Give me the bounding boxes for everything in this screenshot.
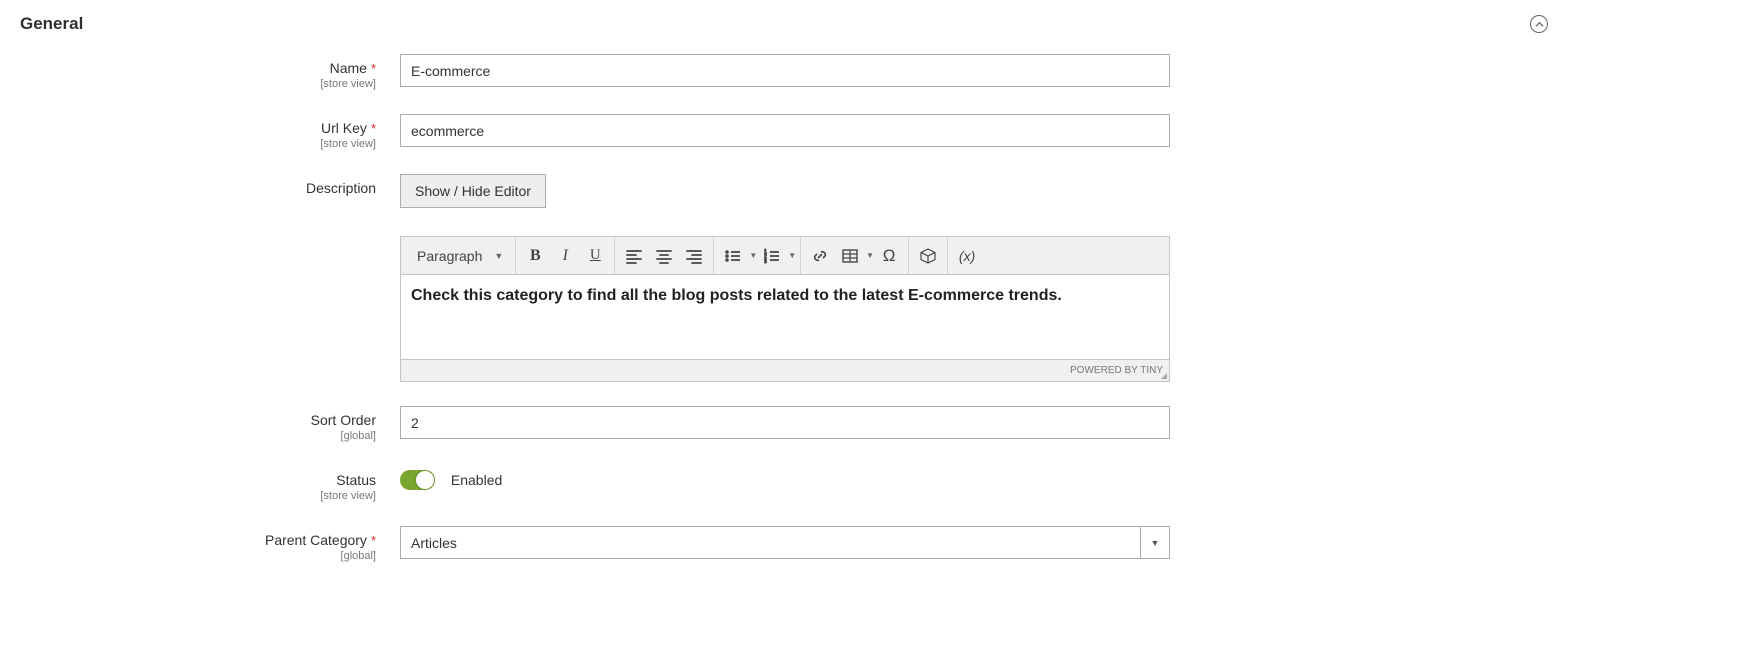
sortorder-input[interactable] (400, 406, 1170, 439)
section-title: General (20, 14, 83, 34)
status-label: Status (336, 472, 376, 488)
chevron-down-icon[interactable]: ▼ (788, 251, 796, 260)
table-icon[interactable] (835, 241, 865, 271)
svg-text:3: 3 (764, 259, 767, 264)
status-toggle[interactable] (400, 470, 435, 490)
align-right-icon[interactable] (679, 241, 709, 271)
required-star: * (371, 121, 376, 136)
toggle-editor-button[interactable]: Show / Hide Editor (400, 174, 546, 208)
numbered-list-icon[interactable]: 123 (757, 241, 787, 271)
sortorder-label: Sort Order (311, 412, 376, 428)
resize-handle[interactable] (1158, 370, 1168, 380)
required-star: * (371, 61, 376, 76)
toggle-knob (416, 471, 434, 489)
bullet-list-icon[interactable] (718, 241, 748, 271)
description-label: Description (306, 180, 376, 196)
editor-toolbar: Paragraph ▼ B I U ▼ 123 (401, 237, 1169, 275)
editor-content: Check this category to find all the blog… (411, 287, 1062, 304)
collapse-icon[interactable] (1530, 15, 1548, 33)
editor-footer: POWERED BY TINY (401, 359, 1169, 381)
required-star: * (371, 533, 376, 548)
underline-icon[interactable]: U (580, 241, 610, 271)
status-scope: [store view] (20, 490, 376, 502)
status-state: Enabled (451, 472, 502, 488)
urlkey-label: Url Key (321, 120, 367, 136)
parent-select[interactable]: Articles (400, 526, 1141, 559)
chevron-down-icon[interactable]: ▼ (866, 251, 874, 260)
bold-icon[interactable]: B (520, 241, 550, 271)
widget-icon[interactable] (913, 241, 943, 271)
align-left-icon[interactable] (619, 241, 649, 271)
chevron-down-icon[interactable]: ▼ (1140, 526, 1170, 559)
chevron-down-icon: ▼ (494, 251, 503, 261)
name-label: Name (330, 60, 367, 76)
special-char-icon[interactable]: Ω (874, 241, 904, 271)
format-select[interactable]: Paragraph ▼ (409, 241, 511, 271)
italic-icon[interactable]: I (550, 241, 580, 271)
urlkey-scope: [store view] (20, 138, 376, 150)
variable-icon[interactable]: (x) (952, 241, 982, 271)
parent-select-value: Articles (411, 535, 457, 551)
sortorder-scope: [global] (20, 430, 376, 442)
editor-powered-by: POWERED BY TINY (1070, 365, 1163, 376)
name-scope: [store view] (20, 78, 376, 90)
editor-body[interactable]: Check this category to find all the blog… (401, 275, 1169, 359)
link-icon[interactable] (805, 241, 835, 271)
urlkey-input[interactable] (400, 114, 1170, 147)
parent-label: Parent Category (265, 532, 367, 548)
align-center-icon[interactable] (649, 241, 679, 271)
wysiwyg-editor: Paragraph ▼ B I U ▼ 123 (400, 236, 1170, 382)
chevron-down-icon[interactable]: ▼ (749, 251, 757, 260)
name-input[interactable] (400, 54, 1170, 87)
format-select-label: Paragraph (417, 248, 482, 264)
parent-scope: [global] (20, 550, 376, 562)
